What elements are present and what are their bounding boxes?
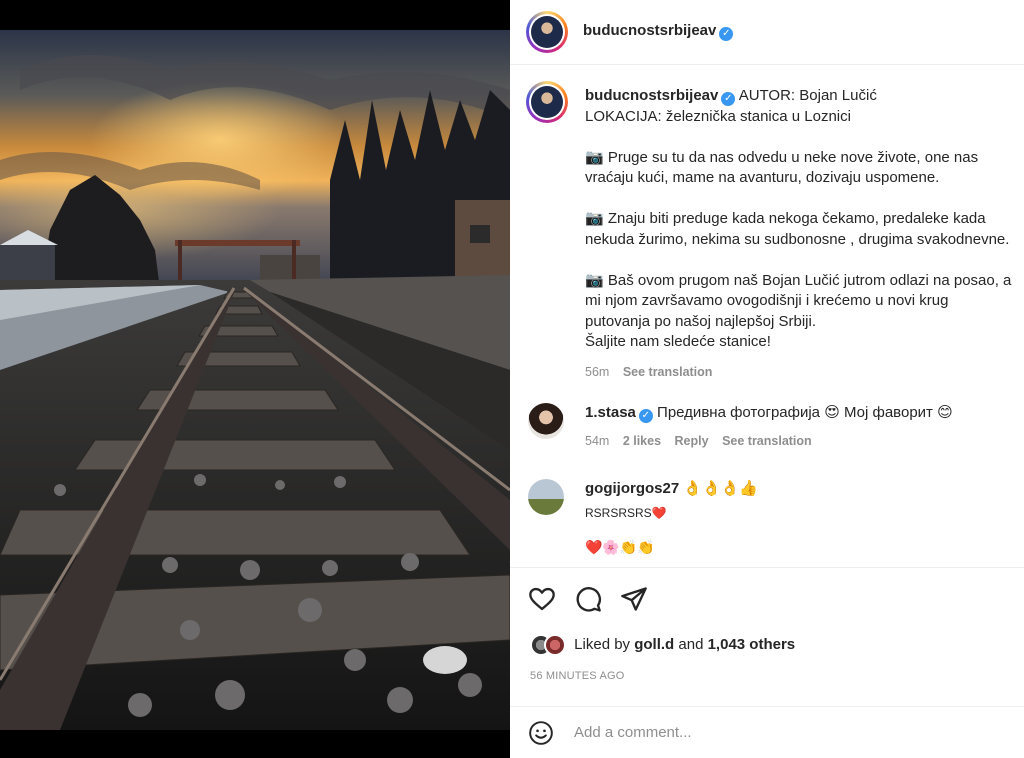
likes-summary: Liked by goll.d and 1,043 others	[530, 634, 795, 656]
caption-line: 📷 Pruge su tu da nas odvedu u neke nove …	[585, 148, 979, 166]
comment-see-translation-link[interactable]: See translation	[722, 434, 812, 448]
post-timestamp[interactable]: 56 MINUTES AGO	[530, 670, 625, 682]
caption-line: vraćaju kući, mame na avanturu, dozivaju…	[585, 169, 940, 186]
add-comment-input[interactable]: Add a comment...	[574, 724, 692, 741]
liked-by-and: and	[678, 635, 704, 653]
commenter-username[interactable]: gogijorgos27	[585, 480, 679, 497]
verified-badge-icon: ✓	[721, 92, 736, 106]
comment-likes-link[interactable]: 2 likes	[623, 434, 661, 448]
caption-line: LOKACIJA: železnička stanica u Loznici	[585, 107, 851, 125]
comment-text: RSRSRSRS❤️	[585, 506, 667, 520]
post-side-panel: buducnostsrbijeav ✓ buducnostsrbijeav ✓ AU…	[510, 0, 1024, 758]
caption-line: nekuda žurimo, nekima su sudbonosne , dr…	[585, 230, 1010, 248]
caption-username[interactable]: buducnostsrbijeav	[585, 87, 718, 104]
liked-by-user-link[interactable]: goll.d	[634, 636, 674, 653]
comment-emoji-text: 👌👌👌👍	[683, 480, 759, 497]
post-caption: buducnostsrbijeav ✓ AUTOR: Bojan Lučić LO…	[585, 86, 1024, 382]
post-photo[interactable]	[0, 0, 510, 758]
comment-age: 54m	[585, 434, 610, 448]
author-avatar[interactable]	[526, 11, 568, 53]
add-comment-row: Add a comment...	[510, 706, 1024, 758]
caption-line: mi njom završavamo ovogodišnji i krećemo…	[585, 292, 949, 309]
verified-badge-icon: ✓	[638, 409, 653, 423]
caption-first-line: AUTOR: Bojan Lučić	[738, 87, 877, 104]
avatar-image	[531, 16, 563, 48]
liker-avatar	[544, 634, 566, 656]
header-username[interactable]: buducnostsrbijeav	[583, 22, 716, 39]
caption-see-translation-link[interactable]: See translation	[623, 365, 713, 379]
caption-line: 📷 Znaju biti preduge kada nekoga čekamo,…	[585, 210, 986, 227]
caption-line: putovanja po našoj najlepšoj Srbiji.	[585, 312, 816, 330]
caption-line: Šaljite nam sledeće stanice!	[585, 333, 771, 350]
liked-by-prefix: Liked by	[574, 635, 631, 653]
caption-author-avatar[interactable]	[526, 81, 568, 123]
actions-divider	[510, 567, 1024, 568]
share-icon[interactable]	[620, 585, 648, 613]
commenter-avatar[interactable]	[528, 403, 564, 439]
commenter-username[interactable]: 1.stasa	[585, 404, 636, 421]
liked-by-others-link[interactable]: 1,043 others	[708, 636, 796, 653]
emoji-icon[interactable]	[528, 720, 554, 746]
caption-line: 📷 Baš ovom prugom naš Bojan Lučić jutrom…	[585, 271, 1012, 289]
verified-badge-icon: ✓	[719, 27, 734, 41]
commenter-avatar[interactable]	[528, 479, 564, 515]
heart-icon[interactable]	[528, 585, 556, 613]
comment-text: ❤️🌸👏👏	[585, 539, 655, 555]
caption-age: 56m	[585, 364, 610, 379]
post-header: buducnostsrbijeav ✓	[510, 0, 1024, 65]
comment-reply-link[interactable]: Reply	[675, 434, 709, 448]
railway-photo	[0, 30, 510, 730]
comment-icon[interactable]	[574, 585, 602, 613]
comment-text: Предивна фотографија 😍 Мој фаворит 😊	[657, 404, 953, 421]
avatar-image	[531, 86, 563, 118]
